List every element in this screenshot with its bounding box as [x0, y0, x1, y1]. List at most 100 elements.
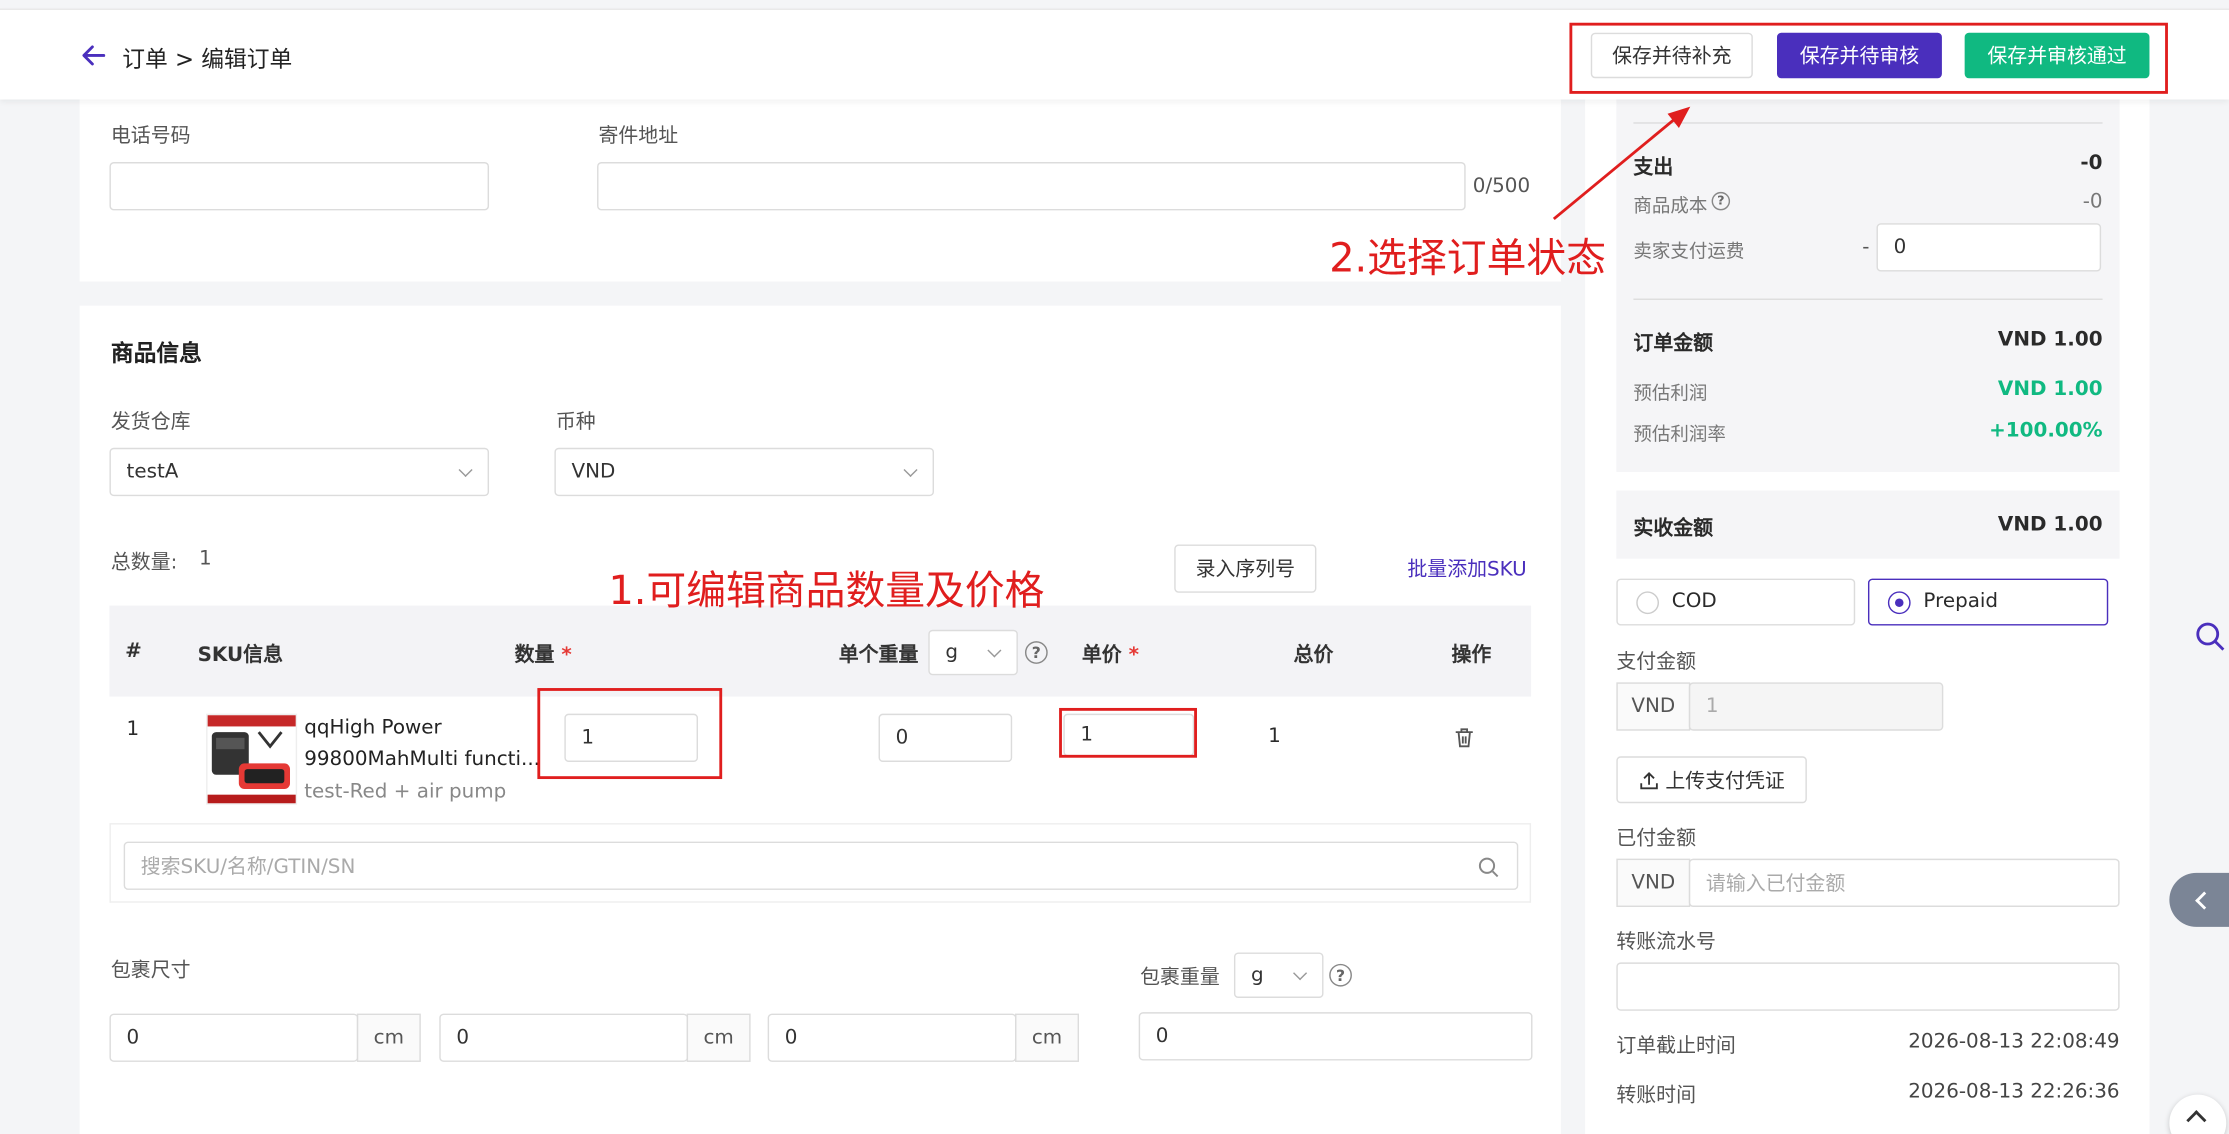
product-variant: test-Red + air pump	[304, 780, 507, 804]
warehouse-select[interactable]: testA	[109, 447, 490, 497]
payment-prepaid-option[interactable]: Prepaid	[1867, 578, 2109, 626]
shipping-input[interactable]: 0	[1876, 223, 2102, 272]
annotation-arrow	[1552, 106, 1691, 221]
order-amount-value: VND 1.00	[1997, 328, 2103, 352]
package-size-label: 包裹尺寸	[110, 959, 191, 983]
est-profit-value: VND 1.00	[1997, 378, 2103, 401]
chevron-down-icon	[903, 462, 918, 478]
help-icon[interactable]: ?	[1329, 963, 1352, 987]
enter-serial-button[interactable]: 录入序列号	[1174, 544, 1317, 593]
back-arrow-icon[interactable]	[80, 41, 108, 69]
total-qty-value: 1	[199, 547, 212, 571]
weight-unit-select[interactable]: g	[928, 629, 1018, 676]
address-label: 寄件地址	[598, 125, 679, 148]
scroll-top-button[interactable]	[2169, 1094, 2227, 1134]
package-weight-input[interactable]: 0	[1138, 1012, 1533, 1061]
currency-select[interactable]: VND	[554, 447, 934, 497]
shipping-label: 卖家支付运费	[1633, 241, 1745, 263]
radio-unchecked-icon	[1636, 591, 1660, 615]
unit-cm: cm	[356, 1013, 421, 1062]
row-index: 1	[126, 717, 140, 741]
payment-cod-option[interactable]: COD	[1616, 578, 1856, 626]
currency-value: VND	[571, 460, 616, 484]
package-length-input[interactable]: 0	[109, 1013, 359, 1062]
row-total: 1	[1268, 725, 1281, 748]
weight-input[interactable]: 0	[878, 713, 1013, 762]
transfer-no-label: 转账流水号	[1616, 931, 1716, 954]
product-name-line2: 99800MahMulti functi...	[304, 747, 540, 771]
phone-input[interactable]	[109, 162, 490, 211]
est-margin-value: +100.00%	[1989, 419, 2103, 443]
shipping-prefix: -	[1862, 235, 1870, 259]
cost-value: -0	[2082, 190, 2103, 214]
paid-amount-input[interactable]: 请输入已付金额	[1688, 858, 2120, 907]
unit-cm: cm	[1015, 1013, 1079, 1062]
col-price: 单价 *	[1081, 643, 1139, 667]
sku-search-placeholder: 搜索SKU/名称/GTIN/SN	[140, 855, 356, 879]
paid-amount-placeholder: 请输入已付金额	[1705, 872, 1846, 896]
col-index: #	[125, 639, 142, 663]
trash-icon[interactable]	[1453, 726, 1476, 749]
warehouse-value: testA	[126, 460, 179, 484]
pay-amount-input: 1	[1688, 682, 1944, 731]
annotation-step2: 2.选择订单状态	[1329, 234, 1607, 282]
upload-proof-button[interactable]: 上传支付凭证	[1616, 756, 1807, 804]
col-sku: SKU信息	[197, 643, 283, 667]
package-weight-unit-select[interactable]: g	[1233, 952, 1324, 998]
sku-search-input[interactable]: 搜索SKU/名称/GTIN/SN	[123, 841, 1519, 890]
col-total: 总价	[1293, 643, 1334, 667]
product-name-line1: qqHigh Power	[304, 716, 442, 740]
prepaid-label: Prepaid	[1923, 589, 1999, 613]
highlight-header-buttons	[1569, 22, 2168, 94]
est-profit-label: 预估利润	[1633, 383, 1708, 406]
col-weight: 单个重量	[838, 643, 919, 667]
product-thumbnail	[206, 713, 298, 805]
breadcrumb: 订单 > 编辑订单	[122, 45, 293, 73]
transfer-time-value: 2026-08-13 22:26:36	[1908, 1080, 2120, 1104]
upload-icon	[1638, 770, 1658, 790]
paid-currency: VND	[1616, 858, 1691, 907]
help-icon[interactable]: ?	[1024, 641, 1048, 664]
address-counter: 0/500	[1472, 174, 1531, 198]
received-value: VND 1.00	[1997, 513, 2103, 536]
deadline-label: 订单截止时间	[1616, 1034, 1736, 1058]
help-icon[interactable]: ?	[1711, 191, 1731, 211]
currency-label: 币种	[555, 410, 596, 434]
col-action: 操作	[1451, 643, 1492, 667]
transfer-no-input[interactable]	[1616, 962, 2120, 1011]
package-weight-unit-value: g	[1251, 963, 1264, 987]
package-width-input[interactable]: 0	[439, 1013, 689, 1062]
unit-cm: cm	[686, 1013, 751, 1062]
deadline-value: 2026-08-13 22:08:49	[1908, 1030, 2120, 1054]
highlight-price	[1059, 707, 1197, 758]
total-qty-label: 总数量:	[110, 551, 178, 575]
radio-checked-icon	[1887, 591, 1911, 615]
weight-unit-value: g	[945, 641, 959, 664]
chevron-down-icon	[1293, 966, 1308, 981]
annotation-step1: 1.可编辑商品数量及价格	[608, 567, 1045, 615]
upload-proof-label: 上传支付凭证	[1665, 769, 1785, 793]
pay-currency: VND	[1616, 682, 1691, 731]
transfer-time-label: 转账时间	[1616, 1084, 1696, 1108]
goods-section-title: 商品信息	[110, 339, 202, 367]
package-height-input[interactable]: 0	[767, 1013, 1017, 1062]
chevron-down-icon	[987, 643, 1002, 658]
cod-label: COD	[1671, 589, 1717, 613]
collapse-panel-button[interactable]	[2169, 872, 2229, 927]
search-icon[interactable]	[1477, 856, 1500, 879]
chevron-up-icon	[2186, 1110, 2207, 1131]
received-label: 实收金额	[1633, 517, 1714, 541]
phone-label: 电话号码	[110, 125, 191, 148]
chevron-down-icon	[458, 462, 473, 478]
batch-add-sku-link[interactable]: 批量添加SKU	[1407, 554, 1526, 582]
search-icon[interactable]	[2194, 620, 2228, 654]
warehouse-label: 发货仓库	[110, 410, 191, 434]
paid-amount-label: 已付金额	[1616, 827, 1696, 851]
address-input[interactable]	[597, 162, 1466, 211]
highlight-qty	[537, 688, 723, 780]
pay-amount-label: 支付金额	[1616, 651, 1696, 674]
order-amount-label: 订单金额	[1633, 332, 1714, 356]
est-margin-label: 预估利润率	[1633, 425, 1726, 447]
expense-value: -0	[2080, 152, 2103, 175]
chevron-left-icon	[2194, 890, 2213, 909]
